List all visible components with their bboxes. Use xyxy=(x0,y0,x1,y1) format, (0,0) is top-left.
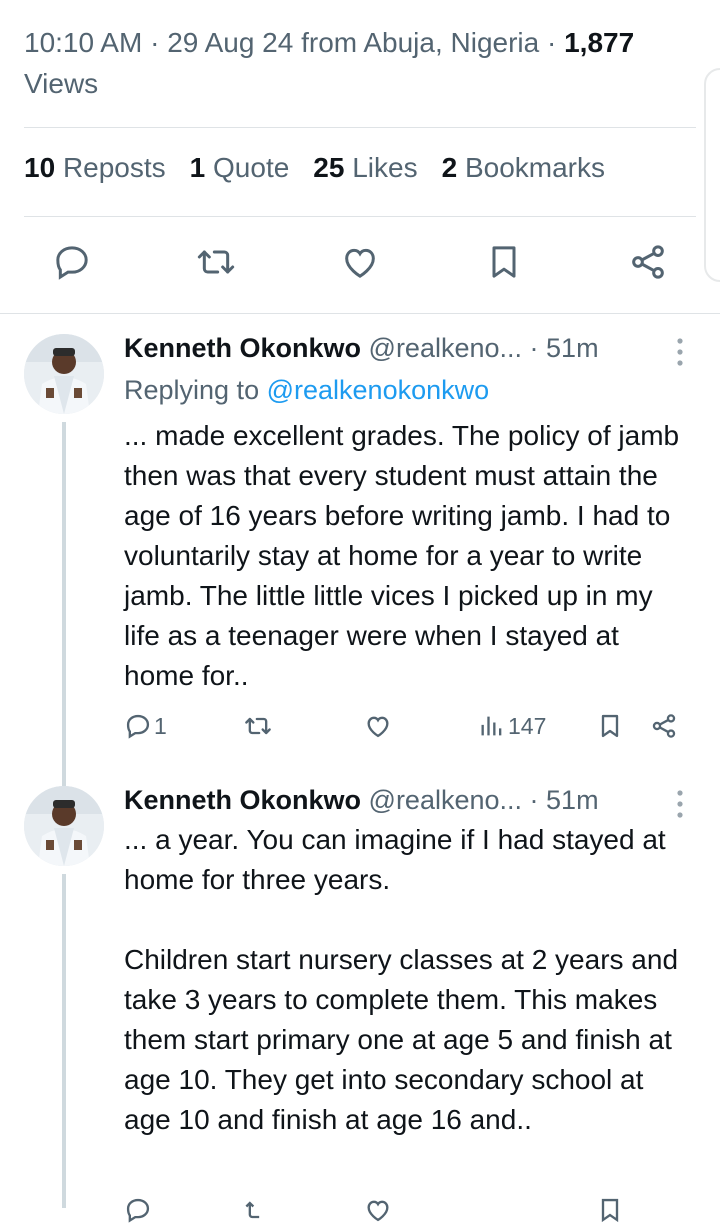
bookmark-button[interactable] xyxy=(480,238,528,286)
replying-to: Replying to @realkenokonkwo xyxy=(124,375,490,405)
reply-header: Kenneth Okonkwo @realkeno... · 51m xyxy=(124,333,599,363)
like-icon xyxy=(367,1200,389,1222)
more-options-icon[interactable] xyxy=(670,788,690,820)
more-options-icon[interactable] xyxy=(670,336,690,368)
reply-action-bar xyxy=(124,1196,680,1232)
views-count: 1,877 xyxy=(564,27,635,58)
bookmark-icon xyxy=(601,714,619,738)
reply-text: ... a year. You can imagine if I had sta… xyxy=(124,824,679,1135)
author-name[interactable]: Kenneth Okonkwo xyxy=(124,333,361,363)
repost-icon xyxy=(245,717,271,735)
author-name[interactable]: Kenneth Okonkwo xyxy=(124,785,361,815)
reposts-stat[interactable]: 10 Reposts xyxy=(24,152,166,184)
tweet-time: 10:10 AM xyxy=(24,27,143,58)
bookmark-button[interactable] xyxy=(596,712,624,740)
reply-icon xyxy=(126,1198,150,1223)
reply-tweet[interactable]: Kenneth Okonkwo @realkeno... · 51m Reply… xyxy=(0,314,720,774)
reply-button[interactable]: 1 xyxy=(124,712,167,740)
repost-icon xyxy=(197,250,235,274)
reply-tweet[interactable]: Kenneth Okonkwo @realkeno... · 51m ... a… xyxy=(0,766,720,1223)
replying-to-mention[interactable]: @realkenokonkwo xyxy=(267,375,490,405)
thread-line xyxy=(62,422,66,774)
bookmarks-stat[interactable]: 2 Bookmarks xyxy=(442,152,605,184)
analytics-icon xyxy=(481,716,502,736)
share-icon xyxy=(652,714,676,738)
divider xyxy=(24,127,696,128)
views-count: 147 xyxy=(508,712,547,739)
scroll-handle[interactable] xyxy=(704,68,720,282)
reply-icon xyxy=(126,714,150,739)
author-handle[interactable]: @realkeno... xyxy=(369,333,522,363)
avatar[interactable] xyxy=(24,334,104,414)
views-button[interactable]: 147 xyxy=(478,712,546,740)
tweet-location: from Abuja, Nigeria xyxy=(301,27,540,58)
bookmark-icon xyxy=(601,1198,619,1223)
reply-action-bar: 1 147 xyxy=(124,712,680,748)
like-button[interactable] xyxy=(364,712,392,740)
tweet-action-bar xyxy=(48,238,672,286)
like-button[interactable] xyxy=(364,1196,392,1224)
post-time[interactable]: 51m xyxy=(546,785,599,815)
reply-button[interactable] xyxy=(124,1196,152,1224)
reply-text: ... made excellent grades. The policy of… xyxy=(124,420,680,691)
quotes-stat[interactable]: 1 Quote xyxy=(190,152,290,184)
reply-button[interactable] xyxy=(48,238,96,286)
share-icon xyxy=(632,245,664,279)
repost-button[interactable] xyxy=(192,238,240,286)
share-button[interactable] xyxy=(624,238,672,286)
bookmark-icon xyxy=(492,246,516,278)
tweet-date: 29 Aug 24 xyxy=(167,27,294,58)
repost-button[interactable] xyxy=(244,1196,272,1224)
post-time[interactable]: 51m xyxy=(546,333,599,363)
reply-count: 1 xyxy=(154,712,167,739)
views-label: Views xyxy=(24,68,99,99)
avatar[interactable] xyxy=(24,786,104,866)
reply-header: Kenneth Okonkwo @realkeno... · 51m xyxy=(124,785,599,815)
engagement-stats: 10 Reposts 1 Quote 25 Likes 2 Bookmarks xyxy=(24,152,605,184)
bookmark-button[interactable] xyxy=(596,1196,624,1224)
repost-button[interactable] xyxy=(244,712,272,740)
divider xyxy=(24,216,696,217)
thread-line xyxy=(62,874,66,1208)
reply-icon xyxy=(56,246,88,280)
like-button[interactable] xyxy=(336,238,384,286)
repost-icon xyxy=(245,1201,260,1219)
like-icon xyxy=(345,248,375,278)
likes-stat[interactable]: 25 Likes xyxy=(313,152,417,184)
author-handle[interactable]: @realkeno... xyxy=(369,785,522,815)
share-button[interactable] xyxy=(650,712,678,740)
tweet-meta: 10:10 AM · 29 Aug 24 from Abuja, Nigeria… xyxy=(24,27,635,99)
like-icon xyxy=(367,716,389,738)
thread-line xyxy=(62,766,66,786)
